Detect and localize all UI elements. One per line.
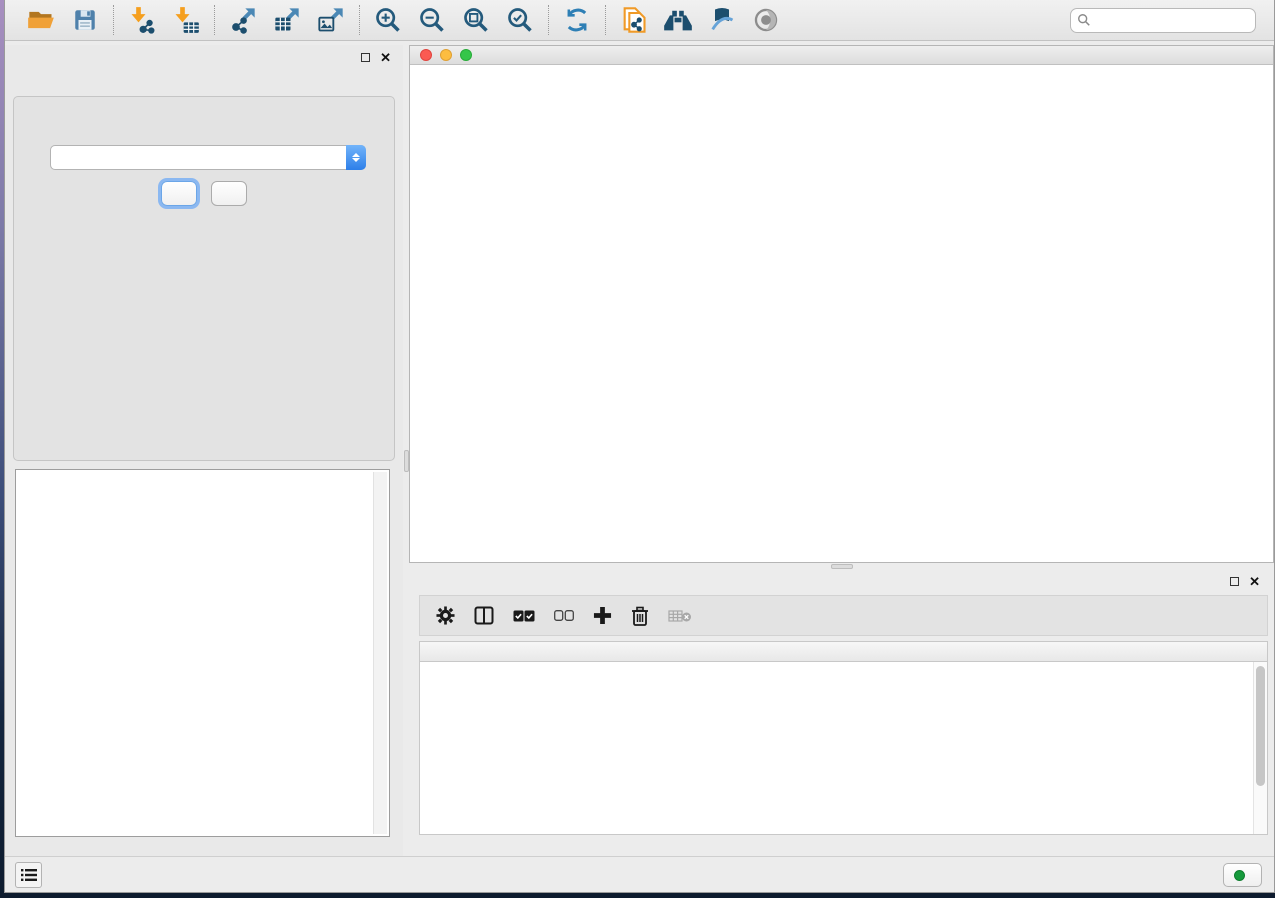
table-toolbar (419, 595, 1268, 636)
hide-selected-icon[interactable] (707, 5, 737, 35)
first-neighbors-icon[interactable] (663, 5, 693, 35)
mcds-tab-content (13, 96, 395, 461)
control-panel: ✕ (5, 45, 403, 856)
mcds-result-list[interactable] (18, 476, 371, 834)
search-icon (1077, 13, 1091, 27)
float-panel-icon[interactable] (1230, 577, 1239, 586)
maximize-window-icon[interactable] (460, 49, 472, 61)
zoom-out-icon[interactable] (417, 5, 447, 35)
close-window-icon[interactable] (420, 49, 432, 61)
network-window (409, 45, 1274, 563)
toggle-column-pane-icon[interactable] (474, 606, 494, 625)
table-scrollbar-thumb[interactable] (1256, 666, 1265, 786)
zoom-in-icon[interactable] (373, 5, 403, 35)
minimize-window-icon[interactable] (440, 49, 452, 61)
graphics-details-icon[interactable] (751, 5, 781, 35)
network-window-titlebar[interactable] (410, 46, 1273, 65)
add-column-icon[interactable] (593, 606, 612, 625)
delete-column-icon[interactable] (631, 606, 649, 626)
search-input[interactable] (1095, 13, 1255, 27)
zoom-selected-icon[interactable] (505, 5, 535, 35)
table-panel: ✕ (409, 569, 1274, 857)
select-all-rows-icon[interactable] (513, 610, 535, 622)
zoom-fit-icon[interactable] (461, 5, 491, 35)
close-panel-button[interactable] (211, 181, 247, 206)
main-toolbar (5, 0, 1274, 41)
delete-table-icon (668, 609, 692, 623)
node-table-header (420, 642, 1267, 662)
search-box (1070, 8, 1256, 33)
save-session-icon[interactable] (70, 5, 100, 35)
control-panel-titlebar: ✕ (5, 45, 403, 69)
table-scrollbar[interactable] (1253, 662, 1267, 834)
export-table-icon[interactable] (272, 5, 302, 35)
splitter-grip[interactable] (831, 564, 853, 569)
table-panel-titlebar: ✕ (409, 569, 1274, 593)
select-stepper-icon (346, 145, 366, 170)
close-panel-icon[interactable]: ✕ (380, 51, 391, 64)
task-history-button[interactable] (15, 862, 42, 888)
open-file-icon[interactable] (26, 5, 56, 35)
import-table-icon[interactable] (171, 5, 201, 35)
import-network-icon[interactable] (127, 5, 157, 35)
splitter-grip[interactable] (404, 450, 409, 472)
close-panel-icon[interactable]: ✕ (1249, 575, 1260, 588)
network-canvas[interactable] (410, 65, 1273, 562)
optimization-criterion-select[interactable] (50, 145, 366, 170)
run-mcds-button[interactable] (161, 181, 197, 206)
export-network-icon[interactable] (228, 5, 258, 35)
memory-status-icon (1234, 870, 1245, 881)
float-panel-icon[interactable] (361, 53, 370, 62)
status-bar (5, 856, 1274, 892)
deselect-all-rows-icon[interactable] (554, 610, 574, 621)
node-table (419, 641, 1268, 835)
desktop-wallpaper: ✕ (0, 0, 1275, 898)
mcds-result-scrollbar[interactable] (373, 472, 387, 834)
network-canvas-svg (410, 65, 1273, 562)
mcds-result-box (15, 469, 390, 837)
task-list-icon (21, 868, 37, 882)
memory-button[interactable] (1223, 863, 1262, 887)
new-network-from-selection-icon[interactable] (619, 5, 649, 35)
node-table-body (420, 662, 1253, 834)
export-image-icon[interactable] (316, 5, 346, 35)
cytoscape-window: ✕ (4, 0, 1275, 893)
settings-gear-icon[interactable] (436, 606, 455, 625)
refresh-layout-icon[interactable] (562, 5, 592, 35)
